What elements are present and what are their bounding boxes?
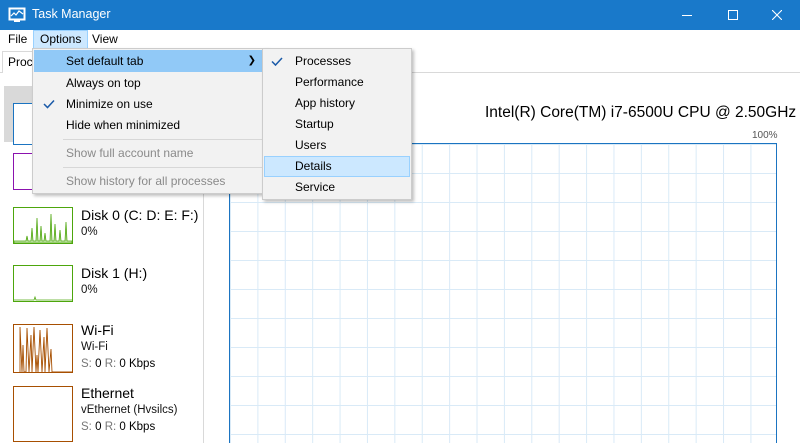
wifi-name: Wi-Fi	[81, 322, 114, 338]
close-button[interactable]	[754, 0, 800, 30]
ethernet-name: Ethernet	[81, 385, 134, 401]
ethernet-adapter: vEthernet (Hvsilcs)	[81, 404, 178, 416]
ethernet-thumbnail-graph	[13, 386, 73, 442]
menu-file[interactable]: File	[2, 30, 33, 49]
window-title: Task Manager	[32, 7, 111, 21]
wifi-throughput: S: 0 R: 0 Kbps	[81, 358, 156, 370]
sidebar-item-disk1[interactable]: Disk 1 (H:) 0%	[0, 262, 203, 312]
disk1-value: 0%	[81, 284, 98, 296]
menu-item-show-full-account-name: Show full account name	[66, 146, 194, 160]
submenu-item-processes[interactable]: Processes	[264, 51, 410, 72]
menu-item-minimize-on-use[interactable]: Minimize on use	[34, 93, 266, 115]
menu-item-set-default-tab[interactable]: Set default tab ❯	[34, 50, 266, 72]
disk0-name: Disk 0 (C: D: E: F:)	[81, 207, 199, 223]
task-manager-app-icon	[8, 7, 26, 23]
minimize-icon	[682, 15, 692, 16]
menu-separator	[63, 139, 265, 140]
menu-item-show-history-all-processes: Show history for all processes	[66, 174, 226, 188]
disk0-value: 0%	[81, 226, 98, 238]
menu-options[interactable]: Options	[33, 30, 89, 49]
menu-item-always-on-top[interactable]: Always on top	[34, 72, 266, 94]
disk0-thumbnail-graph	[13, 207, 73, 244]
submenu-item-app-history[interactable]: App history	[264, 93, 410, 114]
maximize-icon	[728, 10, 738, 20]
menu-view[interactable]: View	[86, 30, 124, 49]
wifi-thumbnail-graph	[13, 324, 73, 373]
chevron-right-icon: ❯	[247, 55, 256, 66]
sidebar-item-ethernet[interactable]: Ethernet vEthernet (Hvsilcs) S: 0 R: 0 K…	[0, 382, 203, 442]
maximize-button[interactable]	[710, 0, 756, 30]
submenu-item-details[interactable]: Details	[264, 156, 410, 177]
menu-separator	[63, 167, 265, 168]
disk1-thumbnail-graph	[13, 265, 73, 302]
cpu-model-name: Intel(R) Core(TM) i7-6500U CPU @ 2.50GHz	[485, 104, 797, 121]
checkmark-icon	[42, 93, 58, 115]
graph-max-label: 100%	[752, 130, 778, 141]
sidebar-item-wifi[interactable]: Wi-Fi Wi-Fi S: 0 R: 0 Kbps	[0, 320, 203, 376]
close-icon	[772, 10, 782, 20]
menu-item-hide-when-minimized[interactable]: Hide when minimized	[34, 114, 266, 136]
sidebar-item-disk0[interactable]: Disk 0 (C: D: E: F:) 0%	[0, 204, 203, 254]
wifi-adapter: Wi-Fi	[81, 341, 108, 353]
submenu-item-service[interactable]: Service	[264, 177, 410, 198]
title-bar: Task Manager	[0, 0, 800, 30]
menu-bar: File Options View	[0, 30, 800, 49]
ethernet-throughput: S: 0 R: 0 Kbps	[81, 421, 156, 433]
options-dropdown: Set default tab ❯ Always on top Minimize…	[32, 48, 268, 194]
submenu-item-startup[interactable]: Startup	[264, 114, 410, 135]
checkmark-icon	[270, 51, 286, 72]
submenu-item-users[interactable]: Users	[264, 135, 410, 156]
disk1-name: Disk 1 (H:)	[81, 265, 148, 281]
submenu-item-performance[interactable]: Performance	[264, 72, 410, 93]
default-tab-submenu: Processes Performance App history Startu…	[262, 48, 412, 200]
minimize-button[interactable]	[664, 0, 710, 30]
